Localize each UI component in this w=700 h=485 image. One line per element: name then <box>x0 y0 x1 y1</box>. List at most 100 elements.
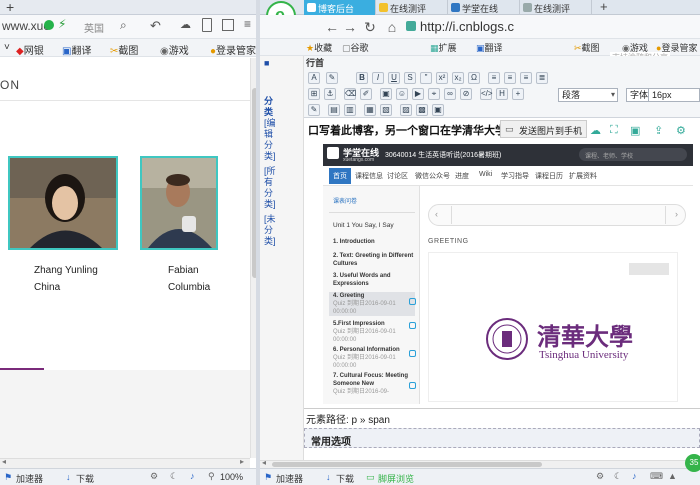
brush-icon[interactable]: ✐ <box>360 88 372 100</box>
bookmark-translate[interactable]: ▣翻译 <box>62 42 91 57</box>
search-engine-label[interactable]: 英国 <box>84 20 104 35</box>
download-icon[interactable]: ↓ <box>66 472 71 482</box>
flag-icon[interactable]: ⚑ <box>264 472 272 483</box>
video-icon[interactable]: ▶ <box>412 88 424 100</box>
xt-nav-guide[interactable]: 学习指导 <box>501 171 529 181</box>
xt-nav-forum[interactable]: 讨论区 <box>387 171 408 181</box>
tab-online-test-1[interactable]: 在线测评 <box>376 0 448 15</box>
person-photo-zhang[interactable] <box>8 156 118 250</box>
right-url-input[interactable]: http://i.cnblogs.c <box>420 19 514 34</box>
row-icon[interactable]: ▤ <box>328 104 340 116</box>
scroll-left-icon[interactable]: ◂ <box>2 457 6 466</box>
lesson-item-selected[interactable]: 4. Greeting Quiz 到期日2016-09-01 00:00:00 <box>329 292 415 316</box>
tray-icon[interactable]: ▲ <box>668 471 677 481</box>
underline-icon[interactable]: U <box>388 72 400 84</box>
xuetang-search-input[interactable]: 课程、老师、学校 <box>579 148 687 161</box>
new-tab-button[interactable]: + <box>6 0 14 15</box>
download-label[interactable]: 下载 <box>76 472 94 485</box>
lightning-icon[interactable]: ⚡ <box>58 17 66 31</box>
lesson-item[interactable]: 7. Cultural Focus: Meeting Someone New Q… <box>333 372 415 396</box>
insert-icon[interactable]: + <box>512 88 524 100</box>
home-icon[interactable]: ⌂ <box>384 19 400 35</box>
bookmark-favorites[interactable]: ★收藏 <box>306 41 332 54</box>
accelerator-label[interactable]: 加速器 <box>16 472 43 485</box>
subscript-icon[interactable]: x₂ <box>452 72 464 84</box>
image-icon[interactable]: ▣ <box>380 88 392 100</box>
zoom-icon[interactable]: ⚲ <box>208 471 215 482</box>
cell-icon[interactable]: ▨ <box>400 104 412 116</box>
link-icon[interactable]: ∞ <box>444 88 456 100</box>
bold-icon[interactable]: B <box>356 72 368 84</box>
merge-icon[interactable]: ▦ <box>364 104 376 116</box>
accelerator-label[interactable]: 加速器 <box>276 472 303 485</box>
map-icon[interactable]: ⌖ <box>428 88 440 100</box>
bookmark-games[interactable]: ◉游戏 <box>160 42 189 57</box>
html-icon[interactable]: H <box>496 88 508 100</box>
settings-icon[interactable]: ⚙ <box>150 471 158 482</box>
italic-icon[interactable]: I <box>372 72 384 84</box>
align-center-icon[interactable]: ≡ <box>504 72 516 84</box>
xt-nav-calendar[interactable]: 课程日历 <box>535 171 563 181</box>
screen-browse-button[interactable]: 脚屏浏览 <box>378 472 414 485</box>
uncategorized-link[interactable]: [未分类] <box>264 214 276 247</box>
paragraph-select[interactable]: 段落 <box>558 88 618 102</box>
edit-icon[interactable]: ✎ <box>308 104 320 116</box>
left-horizontal-scrollbar[interactable]: ◂ ▸ <box>0 457 250 468</box>
eraser-icon[interactable]: ⌫ <box>344 88 356 100</box>
back-icon[interactable]: ← <box>324 19 340 35</box>
download-label[interactable]: 下载 <box>336 472 354 485</box>
save-icon[interactable]: ▣ <box>630 124 640 137</box>
right-horizontal-scrollbar[interactable]: ◂ ▸ <box>260 458 700 468</box>
scroll-left-icon[interactable]: ◂ <box>262 458 266 467</box>
all-categories-link[interactable]: [所有分类] <box>264 166 276 210</box>
table-icon[interactable]: ⊞ <box>308 88 320 100</box>
highlight-icon[interactable]: ✎ <box>326 72 338 84</box>
xt-nav-wechat[interactable]: 微信公众号 <box>415 171 450 181</box>
code-icon[interactable]: </> <box>480 88 493 100</box>
flag-icon[interactable]: ⚑ <box>4 472 12 483</box>
xt-nav-wiki[interactable]: Wiki <box>479 171 492 178</box>
xt-unit-title[interactable]: Unit 1 You Say, I Say <box>333 222 415 230</box>
settings-icon[interactable]: ⚙ <box>596 471 604 482</box>
slide-viewer[interactable]: 清華大學 Tsinghua University <box>428 252 678 402</box>
download-icon[interactable]: ↓ <box>326 472 331 482</box>
cloud-upload-icon[interactable]: ☁ <box>590 124 601 137</box>
justify-icon[interactable]: ≣ <box>536 72 548 84</box>
strike-icon[interactable]: S <box>404 72 416 84</box>
chevron-down-icon[interactable]: ˅ <box>4 42 10 53</box>
search-icon[interactable]: ⌕ <box>120 18 127 33</box>
phone-icon[interactable] <box>202 18 212 32</box>
person-photo-fabian[interactable] <box>140 156 218 250</box>
cloud-icon[interactable]: ☁ <box>180 18 191 31</box>
lesson-item[interactable]: 5.First Impression Quiz 到期日2016-09-01 00… <box>333 320 415 344</box>
font-size-select[interactable]: 16px <box>648 88 700 102</box>
screen-icon[interactable]: ▭ <box>366 472 375 483</box>
lesson-item[interactable]: 6. Personal Information Quiz 到期日2016-09-… <box>333 346 415 370</box>
notification-badge[interactable]: 35 <box>685 454 700 472</box>
edit-category-link[interactable]: [编辑分类] <box>264 118 276 162</box>
anchor-icon[interactable]: ⚓ <box>324 88 336 100</box>
tab-xuetang[interactable]: 学堂在线 <box>448 0 520 15</box>
menu-icon[interactable]: ≡ <box>244 17 251 31</box>
window-icon[interactable] <box>222 19 234 31</box>
post-title-text[interactable]: 口写着此博客，另一个窗口在学清华大学 <box>308 122 506 138</box>
align-left-icon[interactable]: ≡ <box>488 72 500 84</box>
quote-icon[interactable]: " <box>420 72 432 84</box>
tab-blog-admin[interactable]: 博客后台 <box>304 0 376 15</box>
moon-icon[interactable]: ☾ <box>614 471 622 482</box>
tab-online-test-2[interactable]: 在线测评 <box>520 0 592 15</box>
special-char-icon[interactable]: Ω <box>468 72 480 84</box>
bookmark-translate[interactable]: ▣翻译 <box>476 41 503 54</box>
bookmark-google[interactable]: ▢谷歌 <box>342 41 369 54</box>
undo-icon[interactable]: ↶ <box>150 18 161 34</box>
xt-nav-progress[interactable]: 进度 <box>455 171 469 181</box>
send-image-button[interactable]: ▭ 发送图片到手机 <box>500 120 588 138</box>
next-icon[interactable]: › <box>675 209 678 219</box>
superscript-icon[interactable]: x² <box>436 72 448 84</box>
split-icon[interactable]: ▧ <box>380 104 392 116</box>
scroll-right-icon[interactable]: ▸ <box>240 457 244 466</box>
prev-icon[interactable]: ‹ <box>435 209 438 219</box>
bookmark-login-manager[interactable]: ●登录管家 <box>210 42 256 57</box>
bookmark-screenshot[interactable]: ✂截图 <box>110 42 138 57</box>
xt-nav-extra[interactable]: 扩展资料 <box>569 171 597 181</box>
